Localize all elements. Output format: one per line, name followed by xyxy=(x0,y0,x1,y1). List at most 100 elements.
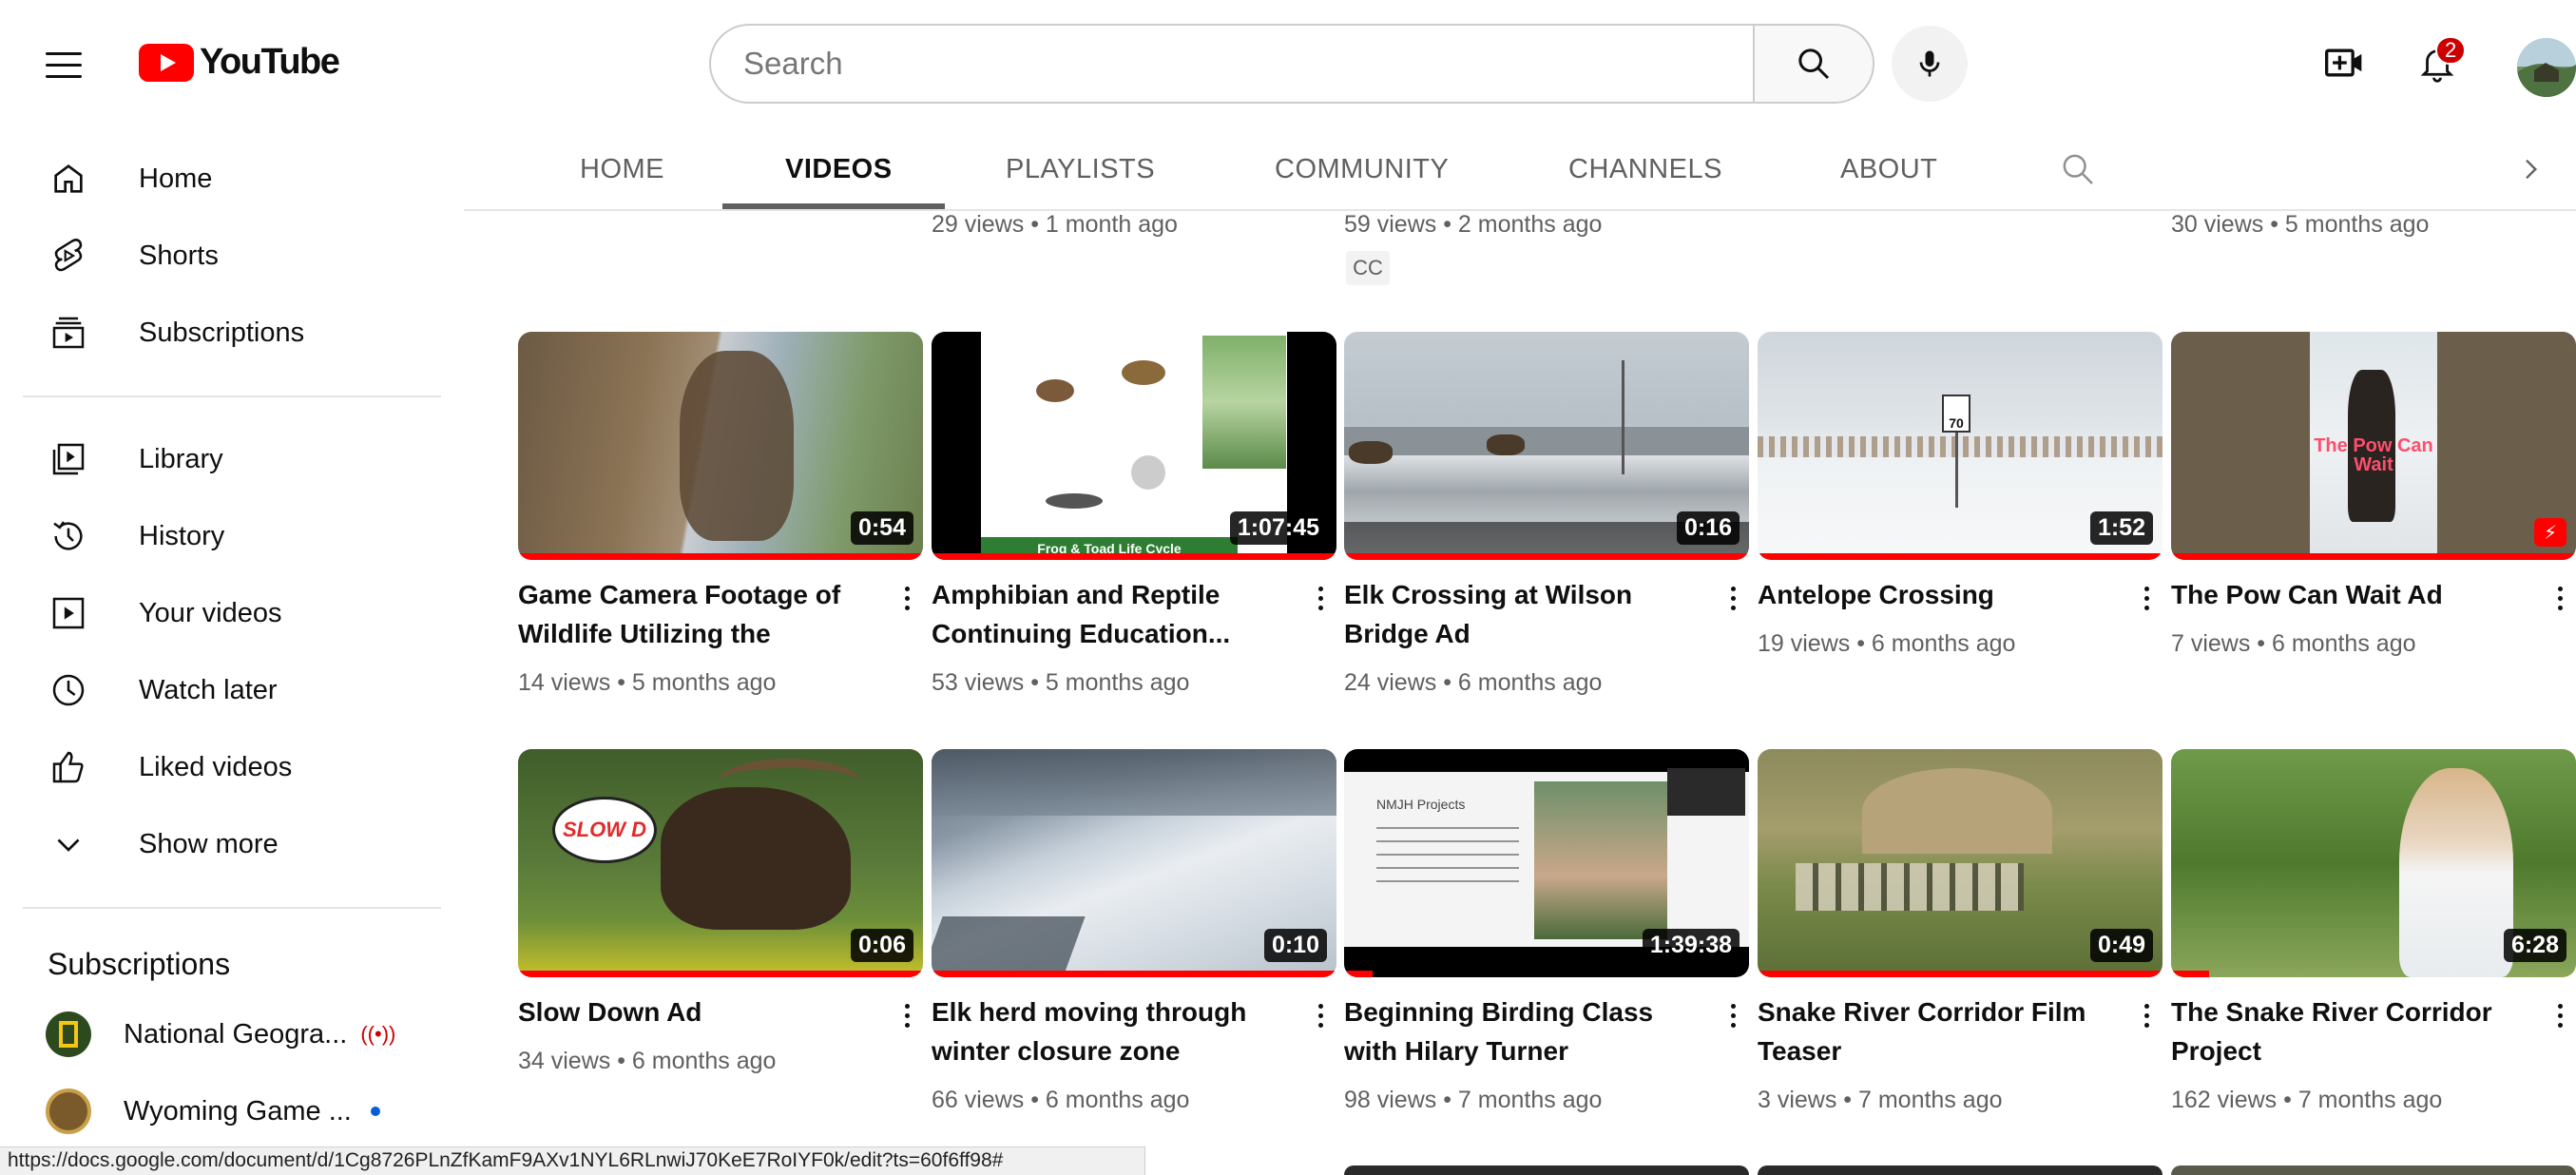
watch-progress-bar xyxy=(1344,971,1373,977)
video-title[interactable]: Beginning Birding Class with Hilary Turn… xyxy=(1344,992,1696,1070)
voice-search-button[interactable] xyxy=(1892,26,1968,102)
video-duration: 0:10 xyxy=(1263,929,1327,962)
more-options-icon[interactable] xyxy=(2546,581,2574,615)
video-thumbnail-partial[interactable] xyxy=(1758,1165,2163,1175)
video-card[interactable]: 0:49 Snake River Corridor Film Teaser 3 … xyxy=(1758,749,2163,1113)
watch-progress-bar xyxy=(2171,553,2576,560)
video-card[interactable]: 0:10 Elk herd moving through winter clos… xyxy=(932,749,1336,1113)
video-card[interactable]: Frog & Toad Life Cycle 1:07:45 Amphibian… xyxy=(932,332,1336,696)
tab-community[interactable]: COMMUNITY xyxy=(1275,127,1449,211)
account-avatar[interactable] xyxy=(2517,38,2576,97)
sidebar-item-liked-videos[interactable]: Liked videos xyxy=(21,729,443,805)
video-thumbnail[interactable]: SLOW D 0:06 xyxy=(518,749,923,977)
video-duration: 6:28 xyxy=(2503,929,2566,962)
more-options-icon[interactable] xyxy=(1306,581,1335,615)
watch-progress-bar xyxy=(1344,553,1749,560)
sidebar-item-library[interactable]: Library xyxy=(21,421,443,497)
video-duration: 0:49 xyxy=(2089,929,2153,962)
browser-status-url: https://docs.google.com/document/d/1Cg87… xyxy=(0,1146,1145,1175)
video-card[interactable]: 0:54 Game Camera Footage of Wildlife Uti… xyxy=(518,332,923,696)
tab-videos[interactable]: VIDEOS xyxy=(785,127,893,211)
watch-progress-bar xyxy=(932,553,1336,560)
video-thumbnail[interactable]: 0:10 xyxy=(932,749,1336,977)
library-icon xyxy=(30,421,106,497)
search-icon xyxy=(2063,154,2093,184)
sidebar-item-history[interactable]: History xyxy=(21,498,443,574)
notifications-button[interactable]: 2 xyxy=(2409,34,2467,91)
video-thumbnail[interactable]: The Pow Can Wait ⚡ xyxy=(2171,332,2576,560)
watch-later-icon xyxy=(30,652,106,728)
video-card[interactable]: NMJH Projects 1:39:38 Beginning Birding … xyxy=(1344,749,1749,1113)
video-meta: 3 views • 7 months ago xyxy=(1758,1087,2003,1113)
watch-progress-bar xyxy=(2171,971,2209,977)
video-thumbnail[interactable]: 0:49 xyxy=(1758,749,2163,977)
sidebar-item-subscriptions[interactable]: Subscriptions xyxy=(21,295,443,371)
video-thumbnail[interactable]: 70 1:52 xyxy=(1758,332,2163,560)
masthead: YouTube Search 2 xyxy=(0,0,2576,127)
create-video-button[interactable] xyxy=(2316,34,2373,91)
tab-channels[interactable]: CHANNELS xyxy=(1568,127,1722,211)
subscription-item[interactable]: National Geogra... ((•)) xyxy=(21,996,443,1072)
video-card[interactable]: 0:16 Elk Crossing at Wilson Bridge Ad 24… xyxy=(1344,332,1749,696)
cc-badge: CC xyxy=(1346,251,1390,285)
sidebar-item-label: Subscriptions xyxy=(139,317,305,348)
more-options-icon[interactable] xyxy=(2132,998,2161,1032)
video-title[interactable]: Amphibian and Reptile Continuing Educati… xyxy=(932,575,1283,653)
video-meta: 29 views • 1 month ago xyxy=(932,211,1178,238)
notification-count-badge: 2 xyxy=(2435,36,2467,65)
video-thumbnail[interactable]: NMJH Projects 1:39:38 xyxy=(1344,749,1749,977)
tabs-next-button[interactable] xyxy=(2504,143,2557,196)
video-meta: 14 views • 5 months ago xyxy=(518,669,777,696)
video-title[interactable]: Antelope Crossing xyxy=(1758,575,2109,614)
more-options-icon[interactable] xyxy=(1719,998,1747,1032)
video-title[interactable]: Elk herd moving through winter closure z… xyxy=(932,992,1283,1070)
video-card[interactable]: The Pow Can Wait ⚡ The Pow Can Wait Ad 7… xyxy=(2171,332,2576,657)
sidebar-item-show-more[interactable]: Show more xyxy=(21,806,443,882)
search-button[interactable] xyxy=(1753,24,1874,104)
more-options-icon[interactable] xyxy=(893,998,921,1032)
sidebar-item-shorts[interactable]: Shorts xyxy=(21,218,443,294)
video-duration: 0:06 xyxy=(850,929,913,962)
hamburger-menu-icon[interactable] xyxy=(46,40,95,89)
sidebar-item-home[interactable]: Home xyxy=(21,141,443,217)
more-options-icon[interactable] xyxy=(893,581,921,615)
video-card[interactable]: 70 1:52 Antelope Crossing 19 views • 6 m… xyxy=(1758,332,2163,657)
sidebar-item-your-videos[interactable]: Your videos xyxy=(21,575,443,651)
more-options-icon[interactable] xyxy=(2546,998,2574,1032)
tab-playlists[interactable]: PLAYLISTS xyxy=(1006,127,1155,211)
sidebar-item-label: Show more xyxy=(139,828,279,859)
video-thumbnail-partial[interactable] xyxy=(2171,1165,2576,1175)
sidebar: Home Shorts Subscriptions Library Histor… xyxy=(0,127,464,1135)
search-input[interactable]: Search xyxy=(709,24,1755,104)
youtube-logo[interactable]: YouTube xyxy=(139,42,340,83)
more-options-icon[interactable] xyxy=(1719,581,1747,615)
video-title[interactable]: Slow Down Ad xyxy=(518,992,870,1031)
video-title[interactable]: The Pow Can Wait Ad xyxy=(2171,575,2523,614)
tab-about[interactable]: ABOUT xyxy=(1840,127,1937,211)
video-thumbnail-partial[interactable] xyxy=(1344,1165,1749,1175)
tab-home[interactable]: HOME xyxy=(580,127,664,211)
subscription-name: Wyoming Game ... xyxy=(124,1095,352,1127)
more-options-icon[interactable] xyxy=(1306,998,1335,1032)
video-title[interactable]: The Snake River Corridor Project xyxy=(2171,992,2523,1070)
video-card[interactable]: 6:28 The Snake River Corridor Project 16… xyxy=(2171,749,2576,1113)
sidebar-item-watch-later[interactable]: Watch later xyxy=(21,652,443,728)
watch-progress-bar xyxy=(1758,971,2163,977)
video-thumbnail[interactable]: Frog & Toad Life Cycle 1:07:45 xyxy=(932,332,1336,560)
create-video-icon xyxy=(2325,48,2362,77)
more-options-icon[interactable] xyxy=(2132,581,2161,615)
video-title[interactable]: Elk Crossing at Wilson Bridge Ad xyxy=(1344,575,1696,653)
video-title[interactable]: Snake River Corridor Film Teaser xyxy=(1758,992,2109,1070)
video-card[interactable]: SLOW D 0:06 Slow Down Ad 34 views • 6 mo… xyxy=(518,749,923,1074)
channel-search-button[interactable] xyxy=(2051,143,2105,196)
video-thumbnail[interactable]: 0:54 xyxy=(518,332,923,560)
video-title[interactable]: Game Camera Footage of Wildlife Utilizin… xyxy=(518,575,870,653)
sidebar-item-label: Home xyxy=(139,163,213,194)
search-icon xyxy=(1798,48,1830,80)
subscription-item[interactable]: Wyoming Game ... xyxy=(21,1073,443,1149)
video-thumbnail[interactable]: 6:28 xyxy=(2171,749,2576,977)
video-meta: 53 views • 5 months ago xyxy=(932,669,1190,696)
history-icon xyxy=(30,498,106,574)
video-thumbnail[interactable]: 0:16 xyxy=(1344,332,1749,560)
video-duration: 1:07:45 xyxy=(1229,511,1327,545)
